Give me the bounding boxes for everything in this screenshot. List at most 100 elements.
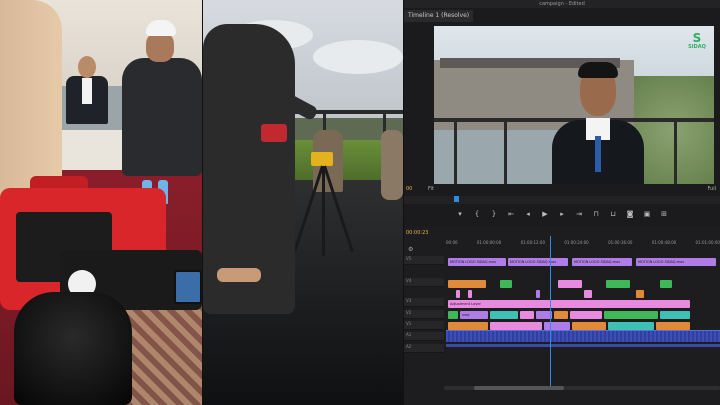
program-monitor-preview[interactable]: S SIDAQ [434, 26, 714, 184]
transport-controls: ▾ { } ⇤ ◂ ▶ ▸ ⇥ ⊓ ⊔ ◙ ▣ ⊞ [404, 206, 720, 222]
tripod-leg [322, 166, 325, 256]
insert-icon[interactable]: ⊓ [592, 210, 600, 218]
project-name: campaign - Edited [539, 1, 585, 7]
scrollbar-thumb[interactable] [474, 386, 564, 390]
clip-footage[interactable] [660, 280, 672, 288]
clip-marker[interactable] [584, 290, 592, 298]
clip-marker[interactable] [636, 290, 644, 298]
track-header[interactable]: A2 [404, 344, 444, 353]
interviewee-hair [578, 62, 618, 78]
clip-footage[interactable] [448, 280, 486, 288]
monitor-playhead[interactable] [454, 196, 459, 202]
handheld-camera [261, 124, 287, 142]
clip-motion-logo[interactable]: MOTION LOGO SIDAQ.mov [572, 258, 632, 266]
audio-track-a1[interactable] [446, 330, 720, 342]
monitor-scrubber[interactable] [404, 196, 720, 204]
clip-footage[interactable] [570, 311, 602, 319]
clip-footage[interactable] [656, 322, 690, 330]
fence-post [674, 118, 677, 184]
fence-post [504, 118, 507, 184]
ruler-tick: 01:00:12:00 [520, 240, 545, 245]
clip-footage[interactable] [448, 322, 488, 330]
mounted-phone [174, 270, 202, 304]
photo-collage: campaign - Edited Timeline 1 (Resolve) S… [0, 0, 720, 405]
clip-footage[interactable] [490, 311, 518, 319]
track-header[interactable]: V4 [404, 278, 444, 287]
step-forward-icon[interactable]: ▸ [558, 210, 566, 218]
clip-footage[interactable] [490, 322, 542, 330]
program-monitor-tab[interactable]: Timeline 1 (Resolve) [404, 10, 474, 22]
bare-foot [217, 268, 261, 282]
ruler-tick: 01:00:36:00 [608, 240, 633, 245]
track-header[interactable]: A1 [404, 332, 444, 341]
fence-post [454, 118, 457, 184]
event-photo-panel [0, 0, 202, 405]
clip-footage[interactable] [544, 322, 570, 330]
clip-footage[interactable] [554, 311, 568, 319]
ruler-tick: 00:00 [446, 240, 458, 245]
clip-motion-logo[interactable]: MOTION LOGO SIDAQ.mov [448, 258, 506, 266]
clip-footage[interactable] [660, 311, 690, 319]
monitor-info-bar: 00 Fit Full [404, 186, 720, 194]
go-to-out-icon[interactable]: ⇥ [575, 210, 583, 218]
clip-nested[interactable]: nest [460, 311, 488, 319]
settings-icon[interactable]: ⊞ [660, 210, 668, 218]
guest-robe-body [122, 58, 202, 176]
timeline-playhead[interactable] [550, 236, 551, 386]
wrench-icon[interactable]: ⚙ [408, 246, 413, 253]
clip-marker[interactable] [536, 290, 540, 298]
logo-text: SIDAQ [688, 44, 706, 50]
lanyard [595, 136, 601, 172]
track-header[interactable]: V3 [404, 298, 444, 307]
ruler-tick: 01:00:24:00 [564, 240, 589, 245]
track-header[interactable]: V5 [404, 256, 444, 265]
camera-lens [14, 292, 132, 405]
clip-footage[interactable] [448, 311, 458, 319]
timeline-timecode[interactable]: 00:00:23 [406, 230, 428, 236]
ruler-tick: 01:00:48:00 [651, 240, 677, 245]
overwrite-icon[interactable]: ⊔ [609, 210, 617, 218]
export-frame-icon[interactable]: ◙ [626, 210, 634, 218]
clip-footage[interactable] [606, 280, 630, 288]
timeline-scrollbar[interactable] [444, 386, 720, 390]
clip-marker[interactable] [468, 290, 472, 298]
ruler-tick: 01:00:00:00 [476, 240, 502, 245]
clip-footage[interactable] [608, 322, 654, 330]
tripod-photo-panel [203, 0, 403, 405]
in-point-icon[interactable]: { [473, 210, 481, 218]
white-cap [146, 20, 176, 36]
editor-title-bar: campaign - Edited [404, 0, 720, 8]
ruler-tick: 01:01:00:00 [695, 240, 720, 245]
clip-adjustment-layer[interactable]: Adjustment Layer [448, 300, 690, 308]
logo-glyph: S [692, 31, 702, 45]
sidaq-logo: S SIDAQ [686, 32, 708, 56]
guest-shirt [82, 78, 92, 104]
out-point-icon[interactable]: } [490, 210, 498, 218]
audio-track-a2[interactable] [446, 344, 720, 347]
clip-footage[interactable] [558, 280, 582, 288]
clip-footage[interactable] [572, 322, 606, 330]
compare-icon[interactable]: ▣ [643, 210, 651, 218]
cloud [313, 40, 403, 74]
step-back-icon[interactable]: ◂ [524, 210, 532, 218]
clip-motion-logo[interactable]: MOTION LOGO SIDAQ.mov [636, 258, 716, 266]
video-editor-panel: campaign - Edited Timeline 1 (Resolve) S… [404, 0, 720, 405]
clip-marker[interactable] [456, 290, 460, 298]
clip-motion-logo[interactable]: MOTION LOGO SIDAQ.mov [508, 258, 568, 266]
resolution-select[interactable]: Full [707, 186, 716, 192]
monitor-timecode: 00 [406, 186, 413, 192]
tripod-camera [311, 152, 333, 166]
play-icon[interactable]: ▶ [541, 210, 549, 218]
track-header[interactable]: V1 [404, 321, 444, 330]
guest-seated-head [78, 56, 96, 78]
marker-icon[interactable]: ▾ [456, 210, 464, 218]
assistant-person [381, 130, 403, 200]
clip-footage[interactable] [500, 280, 512, 288]
clip-footage[interactable] [604, 311, 658, 319]
go-to-in-icon[interactable]: ⇤ [507, 210, 515, 218]
timeline-ruler[interactable]: 00:00 01:00:00:00 01:00:12:00 01:00:24:0… [446, 240, 720, 250]
guest-robe-head [146, 32, 174, 62]
track-header[interactable]: V2 [404, 310, 444, 319]
zoom-fit-select[interactable]: Fit [428, 186, 434, 192]
clip-footage[interactable] [520, 311, 534, 319]
